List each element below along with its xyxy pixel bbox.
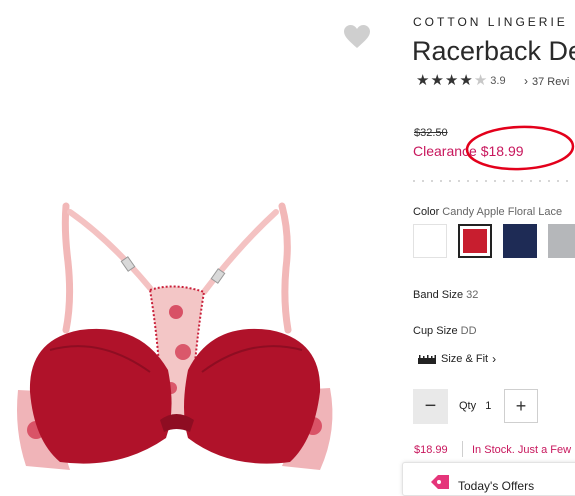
cup-size-selector[interactable]: Cup Size DD [413,325,477,337]
color-value: Candy Apple Floral Lace [442,206,563,218]
product-image [17,202,333,470]
product-brand: COTTON LINGERIE [413,15,568,29]
quantity-display: Qty 1 [459,400,491,412]
band-size-label: Band Size [413,289,464,301]
color-swatch-gray[interactable] [548,224,575,258]
star-icon: ★ [430,72,444,89]
product-rating[interactable]: ★ ★ ★ ★ ★ 3.9 [416,73,506,88]
star-icon: ★ [416,72,430,89]
reviews-count: 37 Revi [532,76,570,88]
ruler-icon [418,355,436,364]
star-icon: ★ [444,72,459,89]
tag-icon [431,475,449,489]
rating-value: 3.9 [490,74,506,87]
color-label: Color [413,206,440,218]
band-size-selector[interactable]: Band Size 32 [413,289,478,301]
todays-offers-button[interactable]: Today's Offers [402,462,575,496]
star-empty-icon: ★ [473,72,488,89]
color-swatch-navy[interactable] [503,224,537,258]
color-swatch-red-selected[interactable] [458,224,492,258]
product-title: Racerback De [412,36,575,66]
stock-status: In Stock. Just a Few [472,444,572,456]
star-icon: ★ [459,72,473,89]
chevron-right-icon: › [492,352,497,366]
current-price: $18.99 [414,444,448,456]
cup-size-value: DD [460,325,477,337]
quantity-label: Qty [459,400,477,412]
quantity-value: 1 [485,400,492,412]
cup-size-label: Cup Size [413,325,458,337]
todays-offers-label: Today's Offers [458,479,535,493]
color-swatch-white[interactable] [413,224,447,258]
chevron-right-icon: › [524,74,528,88]
band-size-value: 32 [466,289,479,301]
size-fit-link[interactable]: Size & Fit › [418,352,496,366]
reviews-link[interactable]: › 37 Revi [524,74,569,88]
sale-price: Clearance $18.99 [413,143,524,159]
divider [462,441,463,457]
divider-dots [413,180,575,182]
size-fit-label: Size & Fit [441,353,489,365]
quantity-decrease-button[interactable]: − [413,389,448,424]
quantity-increase-button[interactable]: + [504,389,538,423]
favorite-heart-icon[interactable] [343,24,371,50]
original-price: $32.50 [414,127,448,139]
color-selection: Color Candy Apple Floral Lace [413,206,562,218]
